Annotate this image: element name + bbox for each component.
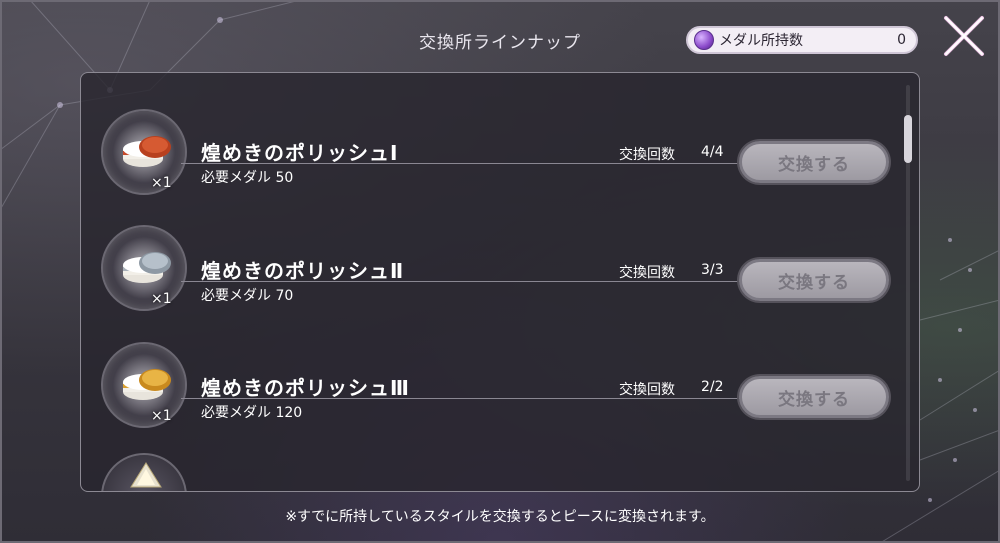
- crystal-icon: [130, 462, 162, 488]
- exchange-button[interactable]: 交換する: [739, 259, 889, 301]
- medal-count: 0: [897, 32, 906, 48]
- item-name: 煌めきのポリッシュⅠ: [201, 141, 399, 165]
- required-medals: 必要メダル 120: [201, 405, 303, 421]
- scrollbar-thumb[interactable]: [904, 115, 912, 163]
- close-icon: [944, 16, 984, 56]
- item-name: 煌めきのポリッシュⅡ: [201, 259, 405, 283]
- item-quantity: ×1: [151, 175, 172, 191]
- exchange-count-label: 交換回数: [619, 382, 675, 398]
- item-icon-frame-partial[interactable]: [101, 453, 187, 491]
- medal-icon: [694, 30, 714, 50]
- polish-jar-silver-icon: [123, 252, 171, 283]
- list-item: ×1 煌めきのポリッシュⅠ 必要メダル 50 交換回数 4/4 交換する: [81, 103, 901, 219]
- item-icon-frame[interactable]: ×1: [101, 342, 187, 428]
- item-icon-frame[interactable]: ×1: [101, 109, 187, 195]
- required-medals: 必要メダル 50: [201, 170, 294, 186]
- footnote: ※すでに所持しているスタイルを交換するとピースに変換されます。: [285, 509, 715, 525]
- polish-jar-gold-icon: [123, 369, 171, 400]
- exchange-button[interactable]: 交換する: [739, 376, 889, 418]
- polish-jar-red-icon: [123, 136, 171, 167]
- medal-label: メダル所持数: [719, 33, 803, 49]
- exchange-button[interactable]: 交換する: [739, 141, 889, 183]
- close-button[interactable]: [938, 10, 990, 62]
- medal-balance: メダル所持数 0: [686, 26, 918, 54]
- item-icon-frame[interactable]: ×1: [101, 225, 187, 311]
- exchange-count-value: 3/3: [701, 262, 724, 278]
- item-quantity: ×1: [151, 291, 172, 307]
- list-item: ×1 煌めきのポリッシュⅡ 必要メダル 70 交換回数 3/3 交換する: [81, 221, 901, 337]
- exchange-count-label: 交換回数: [619, 265, 675, 281]
- item-quantity: ×1: [151, 408, 172, 424]
- item-name: 煌めきのポリッシュⅢ: [201, 376, 410, 400]
- required-medals: 必要メダル 70: [201, 288, 294, 304]
- list-item: ×1 煌めきのポリッシュⅢ 必要メダル 120 交換回数 2/2 交換する: [81, 338, 901, 454]
- exchange-count-value: 2/2: [701, 379, 724, 395]
- exchange-count-label: 交換回数: [619, 147, 675, 163]
- lineup-panel[interactable]: ×1 煌めきのポリッシュⅠ 必要メダル 50 交換回数 4/4 交換する ×1 …: [80, 72, 920, 492]
- exchange-count-value: 4/4: [701, 144, 724, 160]
